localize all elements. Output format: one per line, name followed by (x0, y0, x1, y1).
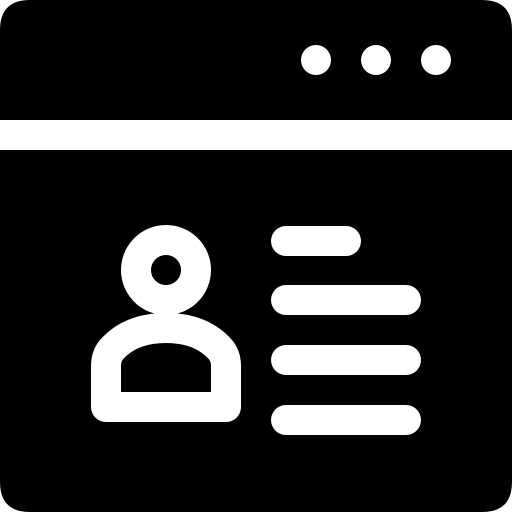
window-body (0, 150, 512, 512)
icon-canvas (0, 0, 512, 512)
dot-icon (421, 45, 451, 75)
dot-icon (301, 45, 331, 75)
browser-profile-icon (0, 0, 512, 512)
dot-icon (361, 45, 391, 75)
